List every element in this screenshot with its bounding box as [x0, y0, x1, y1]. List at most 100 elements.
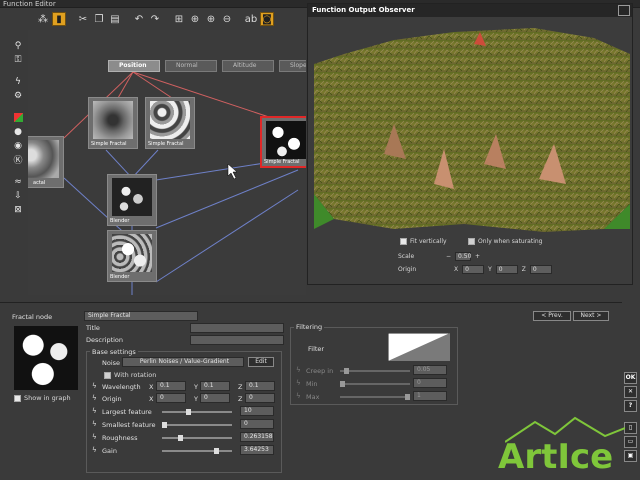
roughness-label: Roughness [102, 434, 138, 442]
remove-icon[interactable]: ⊠ [12, 204, 24, 215]
node-label: Blender [110, 218, 130, 224]
filter-curve[interactable] [388, 333, 450, 361]
port-normal[interactable]: Normal [165, 60, 217, 72]
largest-feature-field[interactable]: 10 [240, 406, 274, 416]
wavelength-y-field[interactable]: 0.1 [200, 381, 230, 391]
with-rotation-checkbox[interactable]: With rotation [104, 371, 156, 379]
node-blender-2[interactable]: Blender [107, 230, 157, 282]
description-field[interactable] [190, 335, 284, 345]
edit-button[interactable]: Edit [248, 357, 274, 367]
watermark-logo: ArtIce [498, 437, 614, 477]
origin-y-field[interactable]: 0 [495, 265, 518, 274]
roughness-field[interactable]: 0.263158 [240, 432, 274, 442]
node-label: Blender [110, 274, 130, 280]
pin-icon[interactable]: ⚲ [12, 40, 24, 51]
noise-select[interactable]: Perlin Noises / Value-Gradient [122, 357, 244, 367]
smallest-feature-slider[interactable] [162, 422, 232, 428]
fit-vertically-box[interactable] [400, 238, 407, 245]
fractal-preview [150, 101, 190, 139]
fractal-preview [93, 101, 133, 139]
creep-in-slider[interactable] [340, 368, 410, 374]
toolbar: ⁂ ▮ ✂ ❐ ▤ ↶ ↷ ⊞ ⊕ ⊕ ⊖ ab ◙ [36, 10, 274, 28]
text-icon[interactable]: ab [244, 12, 258, 26]
origin-y-field[interactable]: 0 [200, 393, 230, 403]
port-slope[interactable]: Slope [279, 60, 306, 72]
node-blender-1[interactable]: Blender [107, 174, 157, 226]
terrain-preview[interactable] [314, 24, 630, 234]
graph-icon[interactable]: ⁂ [36, 12, 50, 26]
graph-canvas[interactable]: Position Normal Altitude Slope actal Sim… [28, 30, 306, 295]
node-fractal-2[interactable]: Simple Fractal [145, 97, 195, 149]
download-icon[interactable]: ⇩ [12, 190, 24, 201]
show-in-graph-checkbox[interactable]: Show in graph [14, 394, 71, 402]
fit-vertically-label: Fit vertically [410, 238, 447, 245]
max-slider[interactable] [340, 394, 410, 400]
cancel-button[interactable]: ✕ [624, 386, 637, 398]
zoom-out-icon[interactable]: ⊖ [220, 12, 234, 26]
node-type-select[interactable]: Simple Fractal [84, 311, 198, 321]
smallest-feature-field[interactable]: 0 [240, 419, 274, 429]
prev-button[interactable]: < Prev. [533, 311, 571, 321]
gear-icon[interactable]: ⚙ [12, 90, 24, 101]
ring-icon[interactable]: ◉ [12, 140, 24, 151]
bolt-icon[interactable]: ϟ [12, 76, 24, 87]
cut-icon[interactable]: ✂ [76, 12, 90, 26]
zoom-region-icon[interactable]: ⊕ [188, 12, 202, 26]
origin-z-field[interactable]: 0 [529, 265, 552, 274]
help-button[interactable]: ? [624, 400, 637, 412]
bolt-icon: ϟ [92, 407, 97, 415]
zoom-fit-icon[interactable]: ⊞ [172, 12, 186, 26]
roughness-slider[interactable] [162, 435, 232, 441]
origin-z-field[interactable]: 0 [245, 393, 275, 403]
wavelength-x-field[interactable]: 0.1 [156, 381, 186, 391]
zoom-in-icon[interactable]: ⊕ [204, 12, 218, 26]
origin-x-field[interactable]: 0 [462, 265, 485, 274]
origin-x-field[interactable]: 0 [156, 393, 186, 403]
scale-decrease-button[interactable]: − [446, 253, 451, 260]
origin-label: Origin [102, 395, 122, 403]
color-icon[interactable] [12, 112, 24, 123]
with-rotation-box[interactable] [104, 371, 111, 379]
document-icon[interactable]: ▯ [624, 422, 637, 434]
scale-field[interactable]: 0.50 [455, 252, 471, 261]
lock-icon[interactable]: ⚿ [12, 54, 24, 65]
copy-icon[interactable]: ❐ [92, 12, 106, 26]
node-fractal-selected[interactable]: Simple Fractal [260, 116, 306, 168]
wave-icon[interactable]: ≈ [12, 176, 24, 187]
largest-feature-slider[interactable] [162, 409, 232, 415]
node-fractal-partial[interactable]: actal [28, 136, 64, 188]
bolt-icon: ϟ [296, 379, 301, 387]
bolt-icon: ϟ [92, 433, 97, 441]
min-slider[interactable] [340, 381, 410, 387]
port-position[interactable]: Position [108, 60, 160, 72]
k-icon[interactable]: Ⓚ [12, 154, 24, 166]
scale-increase-button[interactable]: + [475, 253, 480, 260]
show-in-graph-box[interactable] [14, 394, 21, 402]
port-altitude[interactable]: Altitude [222, 60, 274, 72]
ok-button[interactable]: OK [624, 372, 637, 384]
redo-icon[interactable]: ↷ [148, 12, 162, 26]
wavelength-z-field[interactable]: 0.1 [245, 381, 275, 391]
scale-row: Scale − 0.50 + [398, 252, 480, 261]
circle-icon[interactable]: ● [12, 126, 24, 137]
node-label: Simple Fractal [148, 141, 184, 147]
fit-vertically-checkbox[interactable]: Fit vertically [400, 238, 447, 245]
node-fractal-1[interactable]: Simple Fractal [88, 97, 138, 149]
folder-icon[interactable]: ▭ [624, 436, 637, 448]
node-icon[interactable]: ▮ [52, 12, 66, 26]
max-field[interactable]: 1 [413, 391, 447, 401]
next-button[interactable]: Next > [573, 311, 609, 321]
creep-in-field[interactable]: 0.05 [413, 365, 447, 375]
min-field[interactable]: 0 [413, 378, 447, 388]
observer-close-button[interactable] [618, 5, 630, 16]
gain-field[interactable]: 3.64253 [240, 445, 274, 455]
only-saturating-checkbox[interactable]: Only when saturating [468, 238, 543, 245]
min-label: Min [306, 380, 318, 388]
save-icon[interactable]: ▣ [624, 450, 637, 462]
preview-icon[interactable]: ◙ [260, 12, 274, 26]
title-field[interactable] [190, 323, 284, 333]
paste-icon[interactable]: ▤ [108, 12, 122, 26]
undo-icon[interactable]: ↶ [132, 12, 146, 26]
gain-slider[interactable] [162, 448, 232, 454]
only-saturating-box[interactable] [468, 238, 475, 245]
